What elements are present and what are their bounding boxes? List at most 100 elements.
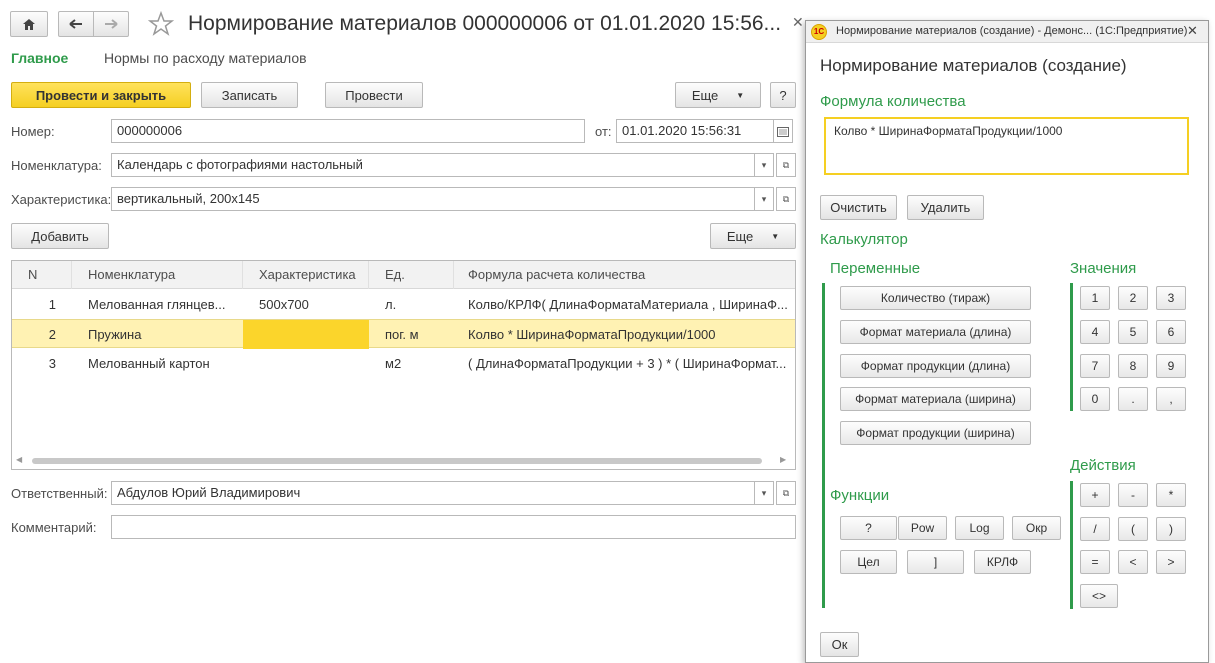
- ok-button[interactable]: Ок: [820, 632, 859, 657]
- greater-than-button[interactable]: >: [1156, 550, 1186, 574]
- cell-n: 1: [48, 297, 56, 312]
- cell-characteristic-active[interactable]: [243, 320, 369, 349]
- delete-button[interactable]: Удалить: [907, 195, 984, 220]
- home-button[interactable]: [10, 11, 48, 37]
- open-icon[interactable]: ⧉: [776, 187, 796, 211]
- formula-textarea[interactable]: Колво * ШиринаФорматаПродукции/1000: [824, 117, 1189, 175]
- function-int-button[interactable]: Цел: [840, 550, 897, 574]
- open-icon[interactable]: ⧉: [776, 153, 796, 177]
- help-button[interactable]: ?: [770, 82, 796, 108]
- nav-main-link[interactable]: Главное: [11, 50, 68, 66]
- more-button[interactable]: Еще ▼: [675, 82, 761, 108]
- table-more-button[interactable]: Еще ▼: [710, 223, 796, 249]
- column-header-unit[interactable]: Ед.: [369, 261, 454, 289]
- scroll-left-icon[interactable]: ◀: [16, 455, 22, 464]
- dot-button[interactable]: .: [1118, 387, 1148, 411]
- date-label: от:: [595, 124, 612, 139]
- function-log-button[interactable]: Log: [955, 516, 1004, 540]
- table-row-selected[interactable]: 2 Пружина пог. м Колво * ШиринаФорматаПр…: [12, 319, 795, 349]
- responsible-label: Ответственный:: [11, 486, 108, 501]
- variable-material-width-button[interactable]: Формат материала (ширина): [840, 387, 1031, 411]
- function-krlf-button[interactable]: КРЛФ: [974, 550, 1031, 574]
- cell-characteristic: 500x700: [259, 297, 309, 312]
- function-question-button[interactable]: ?: [840, 516, 897, 540]
- column-header-formula[interactable]: Формула расчета количества: [454, 261, 795, 289]
- dropdown-icon[interactable]: ▾: [754, 187, 774, 211]
- home-icon: [23, 18, 35, 30]
- cell-formula: Колво/КРЛФ( ДлинаФорматаМатериала , Шири…: [468, 297, 788, 312]
- comment-field[interactable]: [111, 515, 796, 539]
- nomenclature-field[interactable]: Календарь с фотографиями настольный: [111, 153, 755, 177]
- post-and-close-button[interactable]: Провести и закрыть: [11, 82, 191, 108]
- cell-nomenclature: Мелованная глянцев...: [88, 297, 226, 312]
- digit-9-button[interactable]: 9: [1156, 354, 1186, 378]
- digit-8-button[interactable]: 8: [1118, 354, 1148, 378]
- clear-button[interactable]: Очистить: [820, 195, 897, 220]
- back-button[interactable]: [58, 11, 94, 37]
- scrollbar-thumb[interactable]: [32, 458, 762, 464]
- close-paren-button[interactable]: ): [1156, 517, 1186, 541]
- close-icon[interactable]: ✕: [1187, 23, 1198, 39]
- dialog-titlebar[interactable]: 1С Нормирование материалов (создание) - …: [806, 21, 1208, 43]
- variables-section-title: Переменные: [830, 260, 921, 277]
- plus-button[interactable]: +: [1080, 483, 1110, 507]
- multiply-button[interactable]: *: [1156, 483, 1186, 507]
- calendar-icon[interactable]: [773, 119, 793, 143]
- actions-bar: [1070, 481, 1073, 609]
- comma-button[interactable]: ,: [1156, 387, 1186, 411]
- dropdown-icon[interactable]: ▾: [754, 153, 774, 177]
- save-button[interactable]: Записать: [201, 82, 298, 108]
- number-field[interactable]: 000000006: [111, 119, 585, 143]
- scroll-right-icon[interactable]: ▶: [780, 455, 786, 464]
- digit-0-button[interactable]: 0: [1080, 387, 1110, 411]
- close-icon[interactable]: ✕: [792, 14, 804, 31]
- digit-5-button[interactable]: 5: [1118, 320, 1148, 344]
- variable-product-length-button[interactable]: Формат продукции (длина): [840, 354, 1031, 378]
- responsible-field[interactable]: Абдулов Юрий Владимирович: [111, 481, 755, 505]
- open-icon[interactable]: ⧉: [776, 481, 796, 505]
- formula-dialog: 1С Нормирование материалов (создание) - …: [805, 20, 1209, 663]
- cell-nomenclature: Мелованный картон: [88, 356, 210, 371]
- variable-product-width-button[interactable]: Формат продукции (ширина): [840, 421, 1031, 445]
- digit-4-button[interactable]: 4: [1080, 320, 1110, 344]
- characteristic-label: Характеристика:: [11, 192, 112, 207]
- cell-n: 3: [48, 356, 56, 371]
- add-button[interactable]: Добавить: [11, 223, 109, 249]
- table-more-label: Еще: [726, 228, 754, 244]
- date-field[interactable]: 01.01.2020 15:56:31: [616, 119, 774, 143]
- arrow-right-icon: [105, 19, 118, 29]
- equals-button[interactable]: =: [1080, 550, 1110, 574]
- column-header-characteristic[interactable]: Характеристика: [243, 261, 369, 289]
- not-equal-button[interactable]: <>: [1080, 584, 1118, 608]
- digit-6-button[interactable]: 6: [1156, 320, 1186, 344]
- cell-unit: пог. м: [385, 327, 419, 342]
- table-row[interactable]: 1 Мелованная глянцев... 500x700 л. Колво…: [12, 290, 795, 319]
- less-than-button[interactable]: <: [1118, 550, 1148, 574]
- function-bracket-button[interactable]: ]: [907, 550, 964, 574]
- column-header-n[interactable]: N: [12, 261, 72, 289]
- function-round-button[interactable]: Окр: [1012, 516, 1061, 540]
- variable-quantity-button[interactable]: Количество (тираж): [840, 286, 1031, 310]
- minus-button[interactable]: -: [1118, 483, 1148, 507]
- divide-button[interactable]: /: [1080, 517, 1110, 541]
- dropdown-icon[interactable]: ▾: [754, 481, 774, 505]
- post-button[interactable]: Провести: [325, 82, 423, 108]
- digit-1-button[interactable]: 1: [1080, 286, 1110, 310]
- function-pow-button[interactable]: Pow: [898, 516, 947, 540]
- forward-button[interactable]: [93, 11, 129, 37]
- characteristic-field[interactable]: вертикальный, 200x145: [111, 187, 755, 211]
- digit-7-button[interactable]: 7: [1080, 354, 1110, 378]
- horizontal-scrollbar[interactable]: ◀ ▶: [12, 454, 795, 468]
- digit-2-button[interactable]: 2: [1118, 286, 1148, 310]
- cell-nomenclature: Пружина: [88, 327, 142, 342]
- cell-unit: л.: [385, 297, 397, 312]
- arrow-left-icon: [69, 19, 82, 29]
- variable-material-length-button[interactable]: Формат материала (длина): [840, 320, 1031, 344]
- materials-table: N Номенклатура Характеристика Ед. Формул…: [11, 260, 796, 470]
- column-header-nomenclature[interactable]: Номенклатура: [72, 261, 243, 289]
- favorite-star-icon[interactable]: [147, 10, 175, 40]
- digit-3-button[interactable]: 3: [1156, 286, 1186, 310]
- table-row[interactable]: 3 Мелованный картон м2 ( ДлинаФорматаПро…: [12, 349, 795, 378]
- open-paren-button[interactable]: (: [1118, 517, 1148, 541]
- nav-norms-link[interactable]: Нормы по расходу материалов: [104, 50, 307, 66]
